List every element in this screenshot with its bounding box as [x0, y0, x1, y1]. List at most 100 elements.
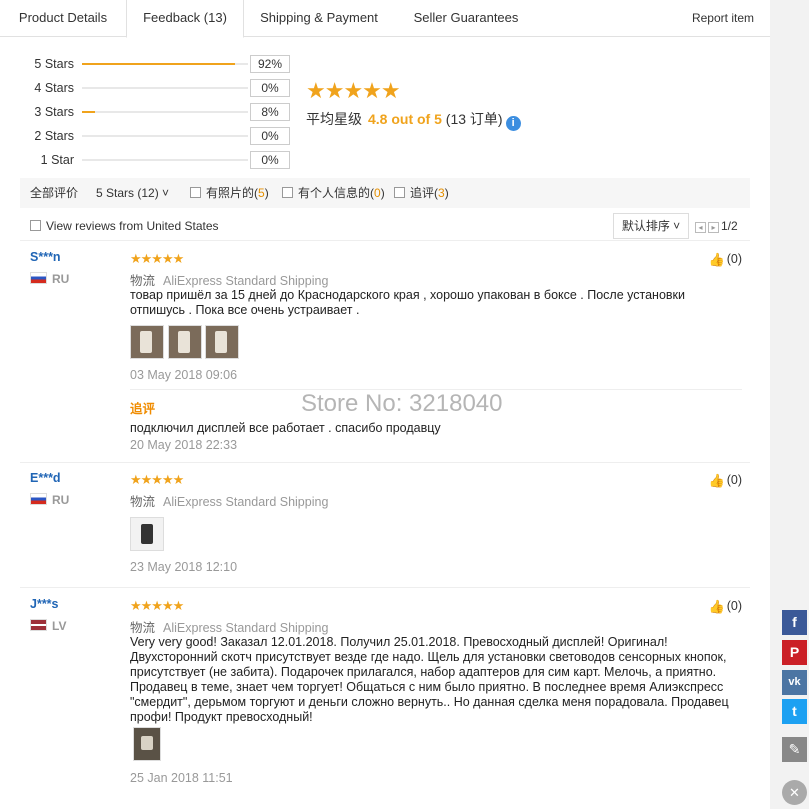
filter-with-photos[interactable]: 有照片的(5) [190, 178, 269, 208]
prev-page-icon[interactable]: ◂ [695, 222, 706, 233]
followup-label: 追评 [130, 402, 156, 416]
rating-row-2[interactable]: 2 Stars 0% [20, 126, 300, 146]
page-indicator: 1/2 [721, 219, 738, 233]
rating-row-1[interactable]: 1 Star 0% [20, 150, 300, 170]
append-count: 3 [438, 186, 445, 200]
filter-additional-review[interactable]: 追评(3) [394, 178, 449, 208]
rating-label: 3 Stars [34, 105, 74, 119]
like-count: (0) [726, 252, 742, 266]
tab-bar: Product Details Feedback (13) Shipping &… [0, 0, 770, 38]
shipping-key: 物流 [130, 621, 156, 635]
review-date: 25 Jan 2018 11:51 [130, 771, 233, 785]
rating-label: 2 Stars [34, 129, 74, 143]
rating-label: 4 Stars [34, 81, 74, 95]
stars-filter-dropdown[interactable]: 5 Stars (12) ˅ [96, 178, 169, 208]
report-item-link[interactable]: Report item [692, 0, 754, 36]
average-rating: 平均星级 4.8 out of 5 (13 订单) i [306, 110, 521, 131]
rating-bar-fill [82, 63, 235, 65]
review-stars-icon: ★★★★★ [130, 598, 184, 613]
country-code: RU [52, 272, 70, 286]
facebook-share-icon[interactable]: f [782, 610, 807, 635]
shipping-key: 物流 [130, 274, 156, 288]
stars-filter-label: 5 Stars (12) [96, 186, 159, 200]
review-item: E***d RU ★★★★★ 物流 AliExpress Standard Shi… [20, 463, 750, 588]
filter-personal-info[interactable]: 有个人信息的(0) [282, 178, 385, 208]
twitter-share-icon[interactable]: t [782, 699, 807, 724]
shipping-method: AliExpress Standard Shipping [163, 274, 329, 288]
reviewer-name[interactable]: J***s [30, 597, 59, 611]
country-filter-label: View reviews from United States [46, 219, 219, 233]
personal-count: 0 [374, 186, 381, 200]
shipping-method: AliExpress Standard Shipping [163, 495, 329, 509]
vk-share-icon[interactable]: vk [782, 670, 807, 695]
append-label: 追评 [410, 186, 435, 200]
reviewer-name[interactable]: S***n [30, 250, 61, 264]
review-item: J***s LV ★★★★★ 物流 AliExpress Standard Shi… [20, 589, 750, 809]
like-button[interactable]: 👍 (0) [709, 599, 742, 614]
tab-shipping-payment[interactable]: Shipping & Payment [242, 0, 396, 36]
close-icon[interactable]: ✕ [782, 780, 807, 805]
review-photo[interactable] [130, 517, 164, 551]
rating-row-3[interactable]: 3 Stars 8% [20, 102, 300, 122]
thumbs-up-icon: 👍 [708, 599, 725, 614]
flag-ru-icon [30, 272, 47, 284]
reviewer-name[interactable]: E***d [30, 471, 61, 485]
feedback-page: Product Details Feedback (13) Shipping &… [0, 0, 770, 809]
review-photo[interactable] [133, 727, 161, 761]
photos-count: 5 [258, 186, 265, 200]
rating-bar [82, 111, 248, 113]
rating-percent: 0% [250, 151, 290, 169]
rating-percent: 8% [250, 103, 290, 121]
rating-bar [82, 87, 248, 89]
followup-text: подключил дисплей все работает . спасибо… [130, 421, 441, 435]
order-count: (13 订单) [445, 111, 503, 127]
append-checkbox[interactable] [394, 187, 405, 198]
review-photo[interactable] [130, 325, 164, 359]
tab-seller-guarantees[interactable]: Seller Guarantees [396, 0, 536, 36]
chevron-down-icon: ˅ [162, 186, 170, 200]
review-photo[interactable] [205, 325, 239, 359]
flag-lv-icon [30, 619, 47, 631]
thumbs-up-icon: 👍 [708, 252, 725, 267]
next-page-icon[interactable]: ▸ [708, 222, 719, 233]
filter-all[interactable]: 全部评价 [30, 178, 78, 208]
photos-checkbox[interactable] [190, 187, 201, 198]
chevron-down-icon: ˅ [673, 219, 681, 233]
filter-country[interactable]: View reviews from United States [30, 211, 219, 241]
tab-feedback[interactable]: Feedback (13) [126, 0, 244, 38]
rating-row-4[interactable]: 4 Stars 0% [20, 78, 300, 98]
review-text: Very very good! Заказал 12.01.2018. Полу… [130, 635, 729, 724]
edit-icon[interactable]: ✎ [782, 737, 807, 762]
tab-product-details[interactable]: Product Details [0, 0, 126, 36]
country-code: LV [52, 619, 67, 633]
review-text: товар пришёл за 15 дней до Краснодарског… [130, 288, 685, 317]
rating-row-5[interactable]: 5 Stars 92% [20, 54, 300, 74]
rating-percent: 0% [250, 79, 290, 97]
country-code: RU [52, 493, 70, 507]
average-stars-icon: ★★★★★ [306, 78, 401, 103]
shipping-info: 物流 AliExpress Standard Shipping [130, 491, 328, 510]
pinterest-share-icon[interactable]: P [782, 640, 807, 665]
review-date: 23 May 2018 12:10 [130, 560, 238, 574]
like-button[interactable]: 👍 (0) [709, 252, 742, 267]
rating-percent: 92% [250, 55, 290, 73]
sort-label: 默认排序 [621, 219, 670, 233]
like-button[interactable]: 👍 (0) [709, 473, 742, 488]
country-checkbox[interactable] [30, 220, 41, 231]
thumbs-up-icon: 👍 [708, 473, 725, 488]
personal-checkbox[interactable] [282, 187, 293, 198]
sort-dropdown[interactable]: 默认排序 ˅ [613, 213, 689, 239]
review-photo[interactable] [168, 325, 202, 359]
rating-bar [82, 159, 248, 161]
reviewer-country: RU [30, 272, 69, 286]
like-count: (0) [726, 599, 742, 613]
store-watermark: Store No: 3218040 [301, 390, 503, 417]
personal-label: 有个人信息的 [298, 186, 371, 200]
filter-bar: 全部评价 5 Stars (12) ˅ 有照片的(5) 有个人信息的(0) 追评… [20, 178, 750, 208]
rating-label: 5 Stars [34, 57, 74, 71]
info-icon[interactable]: i [505, 116, 521, 131]
rating-bar [82, 63, 248, 65]
reviewer-country: LV [30, 619, 66, 633]
review-date: 03 May 2018 09:06 [130, 368, 238, 382]
reviewer-country: RU [30, 493, 69, 507]
